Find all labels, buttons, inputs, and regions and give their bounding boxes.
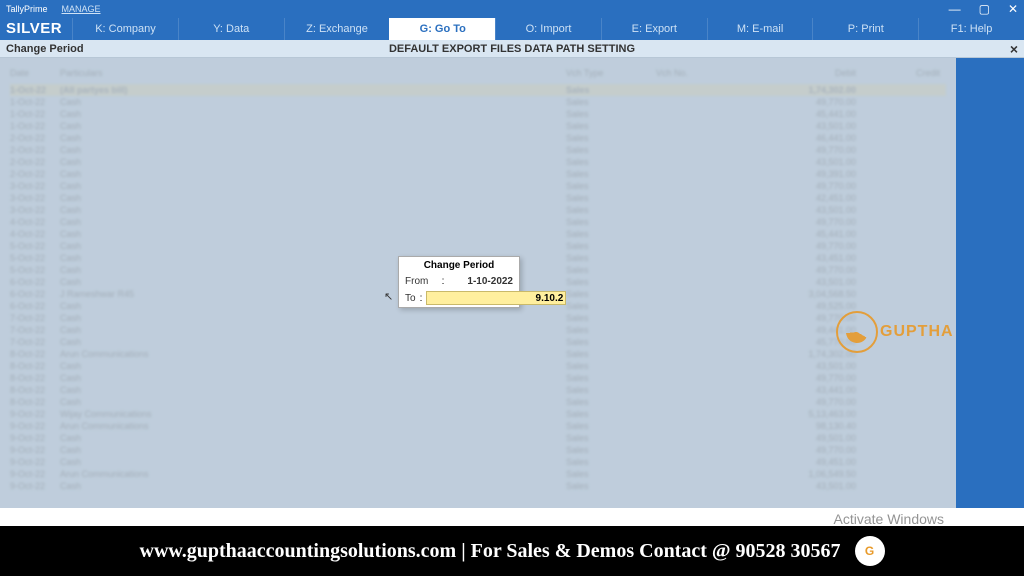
menu-company[interactable]: K: Company xyxy=(72,18,178,40)
manage-link[interactable]: MANAGE xyxy=(62,4,101,14)
activate-line1: Activate Windows xyxy=(786,511,944,527)
promo-badge-icon: G xyxy=(855,536,885,566)
dialog-to-row: To : xyxy=(399,289,519,307)
change-period-dialog: Change Period From : 1-10-2022 To : xyxy=(398,256,520,308)
edition-label: SILVER xyxy=(0,18,72,40)
menu-export[interactable]: E: Export xyxy=(601,18,707,40)
promo-bar: www.gupthaaccountingsolutions.com | For … xyxy=(0,526,1024,576)
cursor-icon: ↖ xyxy=(384,290,393,303)
colon: : xyxy=(420,293,423,304)
guptha-watermark: GUPTHA xyxy=(836,302,956,362)
subheader-center: DEFAULT EXPORT FILES DATA PATH SETTING xyxy=(0,43,1024,55)
menu-items: K: Company Y: Data Z: Exchange G: Go To … xyxy=(72,18,1024,40)
subheader-close-button[interactable]: × xyxy=(1010,41,1018,57)
from-value[interactable]: 1-10-2022 xyxy=(449,276,513,287)
dialog-title: Change Period xyxy=(399,257,519,274)
menu-goto[interactable]: G: Go To xyxy=(389,18,495,40)
titlebar: TallyPrime MANAGE — ▢ ✕ xyxy=(0,0,1024,18)
menu-print[interactable]: P: Print xyxy=(812,18,918,40)
subheader: Change Period DEFAULT EXPORT FILES DATA … xyxy=(0,40,1024,58)
promo-text: www.gupthaaccountingsolutions.com | For … xyxy=(140,540,841,563)
menu-data[interactable]: Y: Data xyxy=(178,18,284,40)
menu-exchange[interactable]: Z: Exchange xyxy=(284,18,390,40)
window-controls: — ▢ ✕ xyxy=(949,2,1018,16)
colon: : xyxy=(441,276,445,287)
app-name: TallyPrime xyxy=(6,4,48,14)
maximize-icon[interactable]: ▢ xyxy=(979,2,990,16)
menu-email[interactable]: M: E-mail xyxy=(707,18,813,40)
guptha-text: GUPTHA xyxy=(880,323,954,341)
menu-import[interactable]: O: Import xyxy=(495,18,601,40)
from-label: From xyxy=(405,276,437,287)
guptha-logo-icon xyxy=(836,311,878,353)
menubar: SILVER K: Company Y: Data Z: Exchange G:… xyxy=(0,18,1024,40)
close-icon[interactable]: ✕ xyxy=(1008,2,1018,16)
to-label: To xyxy=(405,293,416,304)
minimize-icon[interactable]: — xyxy=(949,2,961,16)
right-panel-item[interactable] xyxy=(956,58,1024,60)
menu-help[interactable]: F1: Help xyxy=(918,18,1024,40)
dialog-from-row: From : 1-10-2022 xyxy=(399,274,519,289)
titlebar-left: TallyPrime MANAGE xyxy=(6,4,101,14)
right-shortcut-panel xyxy=(956,58,1024,508)
to-input[interactable] xyxy=(426,291,566,305)
app-root: TallyPrime MANAGE — ▢ ✕ SILVER K: Compan… xyxy=(0,0,1024,576)
